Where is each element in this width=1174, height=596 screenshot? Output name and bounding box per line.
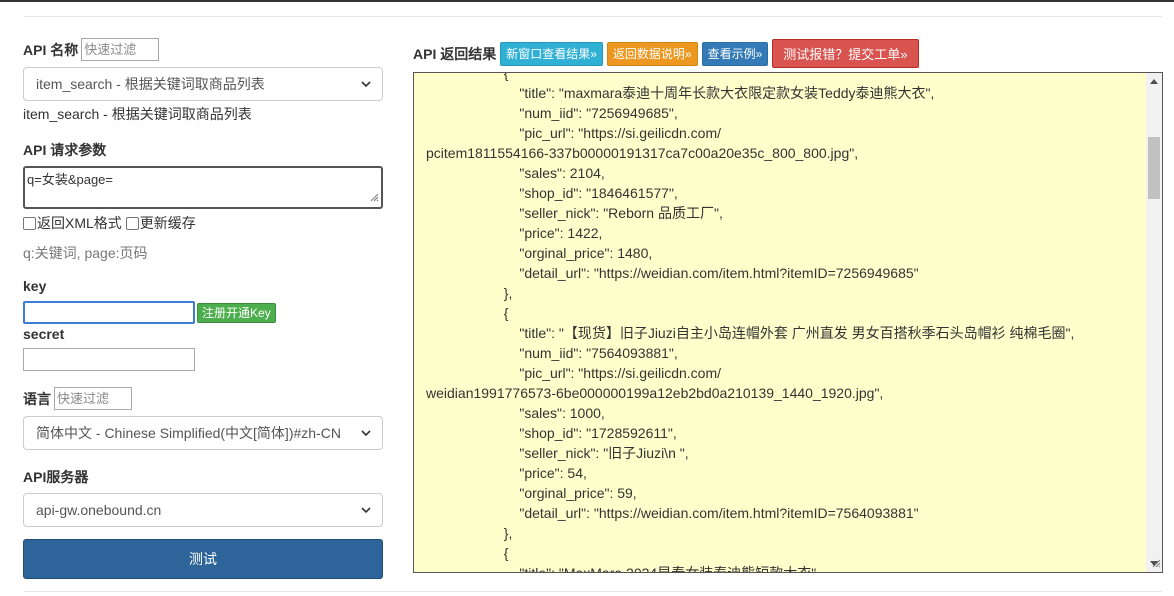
result-line: "shop_id": "1846461577", <box>519 185 678 201</box>
chevron-down-icon <box>360 504 372 516</box>
result-line: { <box>503 72 509 81</box>
result-line: "pic_url": "https://si.geilicdn.com/ <box>519 125 722 141</box>
result-line: "shop_id": "1728592611", <box>519 425 677 441</box>
result-line: "price": 1422, <box>519 225 603 241</box>
resize-grip-icon[interactable] <box>1151 555 1161 571</box>
params-value: q=女装&page= <box>27 172 114 187</box>
cache-checkbox[interactable] <box>125 216 139 230</box>
params-hint: q:关键词, page:页码 <box>23 245 148 261</box>
cache-checkbox-label: 更新缓存 <box>139 215 196 231</box>
key-row: 注册开通Key <box>23 301 383 324</box>
result-line: "detail_url": "https://weidian.com/item.… <box>519 265 919 281</box>
top-rule <box>0 0 1174 2</box>
result-line: pcitem1811554166-337b00000191317ca7c00a2… <box>426 145 859 161</box>
new-window-button[interactable]: 新窗口查看结果» <box>500 41 603 66</box>
result-line: "num_iid": "7256949685", <box>519 105 678 121</box>
resize-grip-icon[interactable] <box>369 190 379 205</box>
result-line: }, <box>503 285 513 301</box>
result-line: { <box>503 545 509 561</box>
result-line: weidian1991776573-6be000000199a12eb2bd0a… <box>426 385 884 401</box>
api-name-filter-input[interactable] <box>81 38 160 61</box>
result-line: "sales": 2104, <box>519 165 605 181</box>
server-select[interactable]: api-gw.onebound.cn <box>23 493 383 527</box>
scrollbar-thumb[interactable] <box>1148 137 1160 199</box>
result-line: "price": 54, <box>519 465 587 481</box>
result-header: API 返回结果 新窗口查看结果» 返回数据说明» 查看示例» 测试报错？提交工… <box>413 39 923 68</box>
result-line: "orginal_price": 59, <box>519 485 637 501</box>
key-input[interactable] <box>23 301 195 324</box>
report-issue-button[interactable]: 测试报错？提交工单» <box>772 39 919 68</box>
xml-checkbox-label: 返回XML格式 <box>37 215 122 231</box>
secret-label: secret <box>23 326 65 342</box>
result-json-text: { "title": "maxmara泰迪十周年长款大衣限定款女装Teddy泰迪… <box>414 72 1134 573</box>
xml-checkbox[interactable] <box>23 216 36 230</box>
result-line: "title": "【现货】旧子Jiuzi自主小岛连帽外套 广州直发 男女百搭秋… <box>519 325 1075 341</box>
chevron-down-icon <box>360 78 372 90</box>
result-line: { <box>503 305 509 321</box>
secret-input[interactable] <box>23 348 195 371</box>
api-name-row: API 名称 <box>23 38 383 61</box>
result-line: "detail_url": "https://weidian.com/item.… <box>519 505 919 521</box>
divider-top <box>24 16 1162 17</box>
result-line: "pic_url": "https://si.geilicdn.com/ <box>519 365 722 381</box>
result-line: "title": "MaxMara 2024早春女装泰迪熊短款大衣", <box>519 565 821 573</box>
left-panel: API 名称 item_search - 根据关键词取商品列表 item_sea… <box>23 38 383 579</box>
test-button[interactable]: 测试 <box>23 539 383 579</box>
api-name-label: API 名称 <box>23 41 79 58</box>
language-label: 语言 <box>23 390 51 407</box>
language-selected: 简体中文 - Chinese Simplified(中文[简体])#zh-CN <box>36 425 341 441</box>
result-line: }, <box>503 525 513 541</box>
result-line: "num_iid": "7564093881", <box>519 345 678 361</box>
language-row: 语言 <box>23 387 383 410</box>
params-textarea[interactable]: q=女装&page= <box>23 166 383 209</box>
chevron-down-icon <box>360 427 372 439</box>
scroll-up-icon[interactable] <box>1146 73 1162 89</box>
result-output[interactable]: { "title": "maxmara泰迪十周年长款大衣限定款女装Teddy泰迪… <box>413 72 1163 573</box>
server-label: API服务器 <box>23 469 89 485</box>
view-example-button[interactable]: 查看示例» <box>701 41 769 66</box>
result-line: "title": "maxmara泰迪十周年长款大衣限定款女装Teddy泰迪熊大… <box>519 85 935 101</box>
result-doc-button[interactable]: 返回数据说明» <box>606 41 698 66</box>
register-key-button[interactable]: 注册开通Key <box>197 302 276 323</box>
result-line: "seller_nick": "旧子Jiuzi\n ", <box>519 445 689 461</box>
server-selected: api-gw.onebound.cn <box>36 502 162 518</box>
api-name-select[interactable]: item_search - 根据关键词取商品列表 <box>23 67 383 101</box>
api-description: item_search - 根据关键词取商品列表 <box>23 106 252 122</box>
language-select[interactable]: 简体中文 - Chinese Simplified(中文[简体])#zh-CN <box>23 416 383 450</box>
result-scrollbar[interactable] <box>1146 73 1162 572</box>
result-title: API 返回结果 <box>413 45 497 62</box>
options-row: 返回XML格式 更新缓存 <box>23 213 383 233</box>
params-label: API 请求参数 <box>23 142 107 158</box>
result-line: "seller_nick": "Reborn 品质工厂", <box>519 205 723 221</box>
language-filter-input[interactable] <box>54 387 132 410</box>
result-line: "orginal_price": 1480, <box>519 245 653 261</box>
key-label: key <box>23 278 47 294</box>
result-line: "sales": 1000, <box>519 405 605 421</box>
divider-bottom <box>24 591 1162 592</box>
api-name-selected: item_search - 根据关键词取商品列表 <box>36 76 265 92</box>
